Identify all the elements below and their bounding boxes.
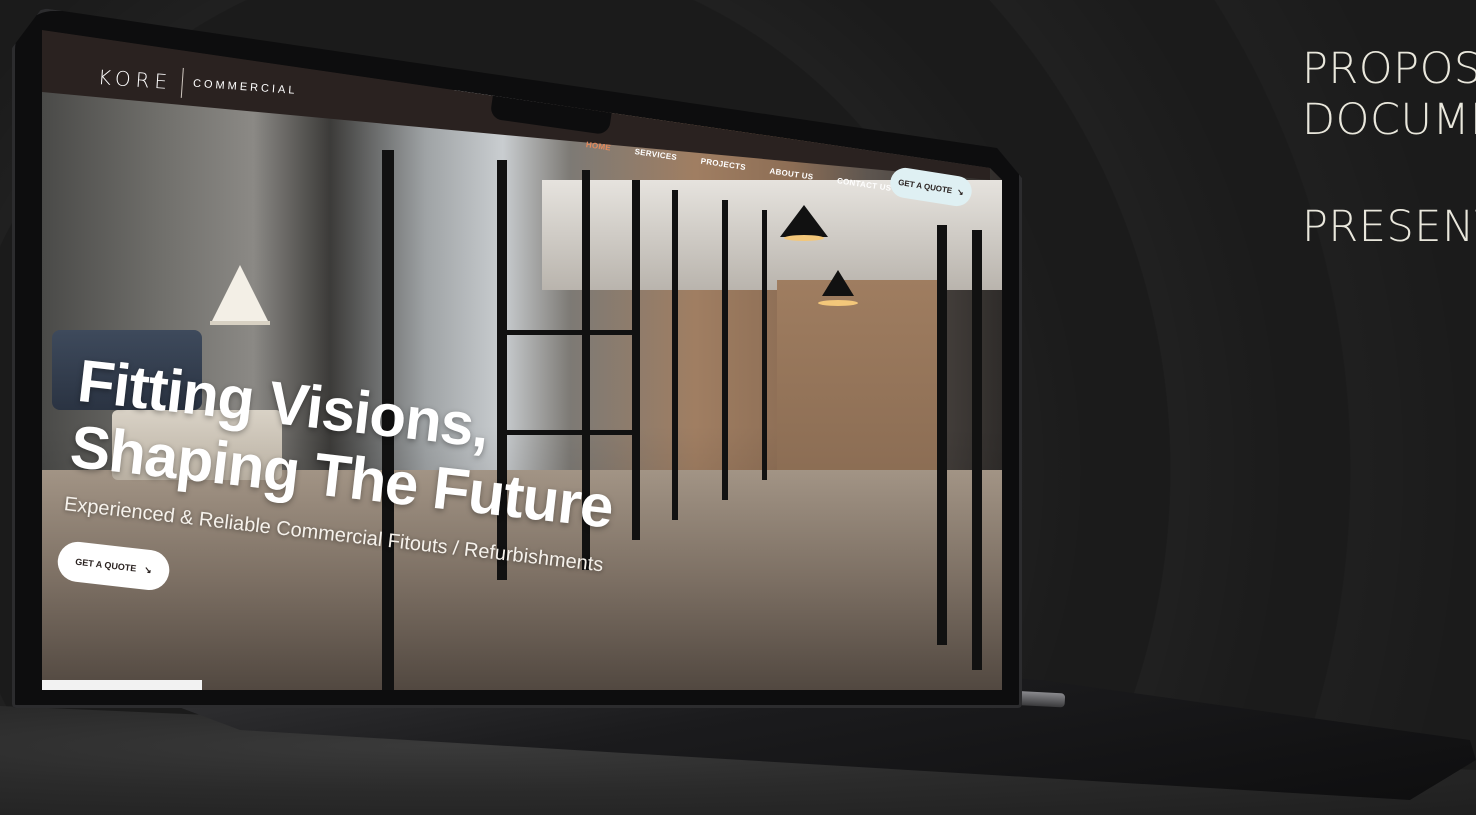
next-section-strip [42, 680, 202, 690]
heading-line-1: PROPOSAL [1302, 44, 1476, 94]
glass-frame [972, 230, 982, 670]
pendant-lamp [780, 205, 828, 241]
glass-frame [497, 330, 637, 335]
presentation-heading: PROPOSAL DOCUMENT PRESENTATION [1302, 44, 1476, 253]
logo-wordmark: KORE [97, 65, 173, 95]
heading-line-3: PRESENTATION [1302, 202, 1476, 252]
pendant-lamp [818, 270, 858, 306]
hero-cta-label: GET A QUOTE [74, 556, 137, 574]
arrow-down-right-icon: ↘ [956, 186, 965, 197]
arrow-down-right-icon: ↘ [143, 564, 153, 575]
heading-line-2: DOCUMENT [1302, 95, 1476, 145]
floor-lamp [210, 265, 270, 325]
glass-frame [937, 225, 947, 645]
presentation-stage: PROPOSAL DOCUMENT PRESENTATION [0, 0, 1476, 815]
logo-subtitle: COMMERCIAL [192, 77, 298, 97]
header-cta-label: GET A QUOTE [897, 177, 953, 195]
logo-divider [181, 67, 185, 98]
